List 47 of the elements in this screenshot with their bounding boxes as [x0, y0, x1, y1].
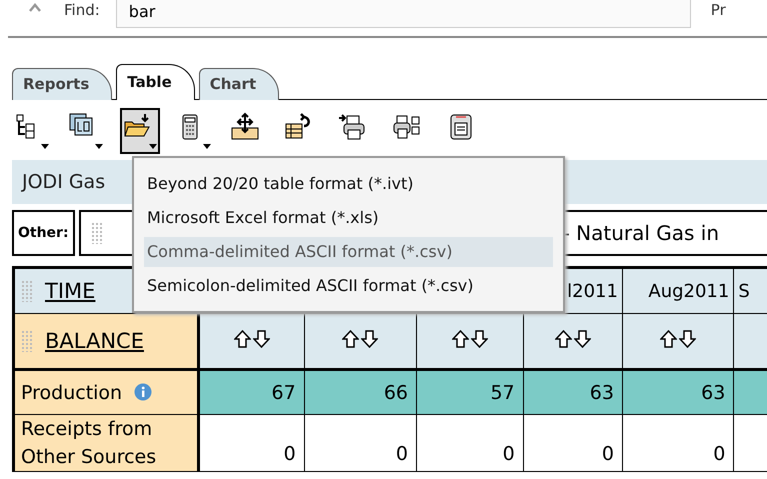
table-cell: 0 [523, 414, 622, 472]
sort-down-icon[interactable] [470, 330, 488, 348]
sort-down-icon[interactable] [361, 330, 378, 348]
table-cell: 0 [416, 414, 524, 472]
sort-down-icon[interactable] [679, 330, 696, 348]
column-header[interactable]: S [734, 268, 767, 314]
column-header[interactable]: Aug2011 [622, 268, 734, 314]
table-cell: 67 [198, 370, 304, 414]
caret-icon [149, 144, 157, 149]
sort-up-icon[interactable] [342, 330, 360, 348]
find-label: Find: [64, 0, 100, 20]
menu-item[interactable]: Microsoft Excel format (*.xls) [144, 203, 553, 233]
tab[interactable]: Table [116, 64, 195, 100]
sort-up-icon[interactable] [554, 330, 572, 348]
grip-icon [21, 280, 33, 302]
grip-icon [90, 222, 103, 244]
sort-down-icon[interactable] [252, 330, 270, 348]
find-field[interactable]: bar [116, 0, 691, 28]
table-cell: 63 [622, 370, 734, 414]
menu-item[interactable]: Comma-delimited ASCII format (*.csv) [144, 237, 553, 267]
time-link[interactable]: TIME [45, 279, 96, 303]
sort-up-icon[interactable] [234, 330, 251, 348]
table-cell: 0 [198, 414, 304, 472]
row-header: Receipts from Other Sources [14, 414, 198, 472]
menu-item[interactable]: Beyond 20/20 table format (*.ivt) [144, 169, 553, 199]
info-icon[interactable] [134, 382, 152, 400]
table-cell: 0 [622, 414, 734, 472]
caret-icon [95, 144, 103, 149]
report-title: JODI Gas [22, 171, 106, 193]
open-folder-button[interactable] [120, 108, 160, 154]
caret-icon [41, 144, 49, 149]
tab[interactable]: Chart [198, 68, 280, 100]
move-icon [230, 112, 260, 142]
row-header: Production [14, 370, 198, 414]
table-cell: 0 [304, 414, 417, 472]
dimension-label: Other: [12, 210, 75, 256]
table-cell: 57 [416, 370, 524, 414]
sort-up-icon[interactable] [452, 330, 469, 348]
grip-icon [21, 330, 33, 352]
tab[interactable]: Reports [12, 68, 112, 100]
balance-link[interactable]: BALANCE [45, 329, 144, 353]
table-cell: 63 [523, 370, 622, 414]
sort-up-icon[interactable] [660, 330, 678, 348]
sort-down-icon[interactable] [574, 330, 591, 348]
table-cell: 66 [304, 370, 417, 414]
find-option-label: Pr [710, 0, 726, 20]
caret-icon [203, 144, 211, 149]
